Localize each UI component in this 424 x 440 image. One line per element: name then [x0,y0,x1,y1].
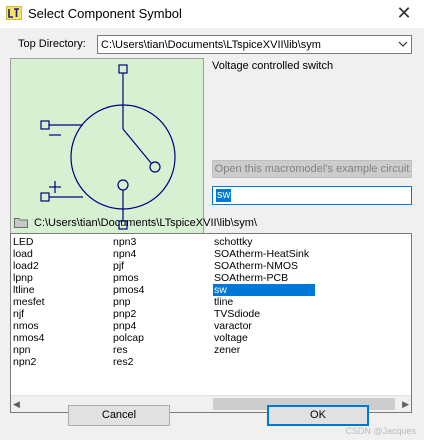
close-icon[interactable]: ✕ [394,2,414,24]
list-item[interactable]: nmos4 [12,332,46,344]
current-path: C:\Users\tian\Documents\LTspiceXVII\lib\… [34,217,257,229]
list-item[interactable]: pmos [112,272,146,284]
watermark: CSDN @Jacques [345,426,416,436]
list-item[interactable]: res2 [112,356,146,368]
list-item[interactable]: load2 [12,260,46,272]
component-list[interactable]: LED load load2 lpnp ltline mesfet njf nm… [10,233,412,413]
list-item[interactable]: load [12,248,46,260]
list-item[interactable]: SOAtherm-HeatSink [213,248,315,260]
list-item[interactable]: schottky [213,236,315,248]
list-item[interactable]: pmos4 [112,284,146,296]
list-item[interactable]: npn4 [112,248,146,260]
top-directory-value: C:\Users\tian\Documents\LTspiceXVII\lib\… [101,39,321,51]
dialog-body: Top Directory: C:\Users\tian\Documents\L… [0,28,424,440]
switch-symbol-icon [40,64,176,230]
top-directory-select[interactable]: C:\Users\tian\Documents\LTspiceXVII\lib\… [97,35,412,54]
search-value: sw [216,189,232,202]
window-title: Select Component Symbol [28,6,182,21]
list-item[interactable]: varactor [213,320,315,332]
list-item[interactable]: npn2 [12,356,46,368]
list-item[interactable]: voltage [213,332,315,344]
list-column-3: schottky SOAtherm-HeatSink SOAtherm-NMOS… [213,236,315,356]
list-item[interactable]: SOAtherm-NMOS [213,260,315,272]
list-item[interactable]: SOAtherm-PCB [213,272,315,284]
list-item[interactable]: pnp [112,296,146,308]
list-item[interactable]: LED [12,236,46,248]
list-column-2: npn3 npn4 pjf pmos pmos4 pnp pnp2 pnp4 p… [112,236,146,368]
list-item[interactable]: zener [213,344,315,356]
list-item[interactable]: ltline [12,284,46,296]
scroll-left-icon[interactable]: ◀ [13,396,20,412]
component-search-input[interactable]: sw [212,186,412,205]
list-item[interactable]: pnp4 [112,320,146,332]
list-item[interactable]: lpnp [12,272,46,284]
list-item-selected[interactable]: sw [213,284,315,296]
list-item[interactable]: pnp2 [112,308,146,320]
component-description: Voltage controlled switch [212,60,334,72]
list-item[interactable]: pjf [112,260,146,272]
cancel-button[interactable]: Cancel [68,405,170,426]
list-item[interactable]: tline [213,296,315,308]
top-directory-label: Top Directory: [18,38,86,50]
ltspice-icon [6,6,22,20]
list-item[interactable]: mesfet [12,296,46,308]
list-item[interactable]: npn [12,344,46,356]
list-item[interactable]: TVSdiode [213,308,315,320]
list-item[interactable]: nmos [12,320,46,332]
list-item[interactable]: npn3 [112,236,146,248]
open-example-button: Open this macromodel's example circuit [212,160,412,178]
list-item[interactable]: res [112,344,146,356]
chevron-down-icon[interactable] [394,36,411,53]
list-column-1: LED load load2 lpnp ltline mesfet njf nm… [12,236,46,368]
ok-button[interactable]: OK [267,405,369,426]
folder-icon [14,218,28,228]
list-item[interactable]: njf [12,308,46,320]
symbol-preview [10,58,204,234]
title-bar: Select Component Symbol ✕ [0,0,424,28]
scroll-right-icon[interactable]: ▶ [402,396,409,412]
list-item[interactable]: polcap [112,332,146,344]
